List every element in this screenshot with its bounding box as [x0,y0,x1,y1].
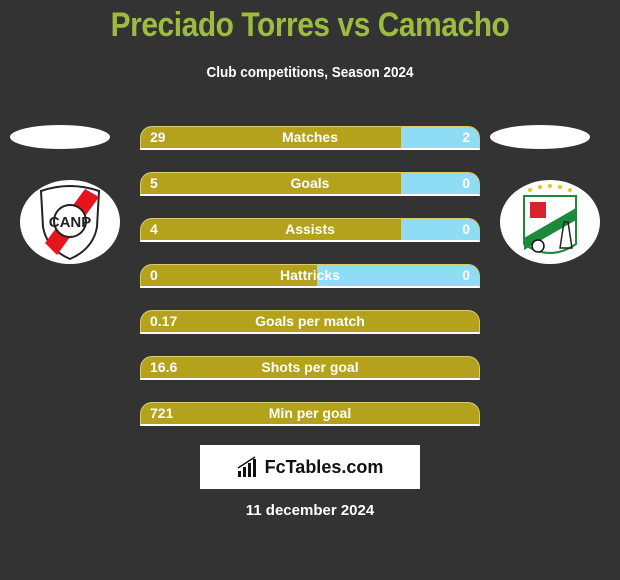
stat-row-min-per-goal: 721 Min per goal [140,402,480,426]
stat-label: Min per goal [268,405,352,421]
stat-row-shots-per-goal: 16.6 Shots per goal [140,356,480,380]
stat-label: Goals per match [255,313,365,329]
page-subtitle: Club competitions, Season 2024 [206,64,414,81]
stat-row-goals: 5 Goals 0 [140,172,480,196]
stat-row-hattricks: 0 Hattricks 0 [140,264,480,288]
stat-label: Matches [281,129,339,145]
left-team-logo[interactable]: CANP [20,180,120,264]
right-team-logo[interactable] [500,180,600,264]
stat-label: Assists [285,221,335,237]
brand-name: FcTables.com [264,456,384,477]
stat-label: Shots per goal [261,359,359,375]
stat-row-goals-per-match: 0.17 Goals per match [140,310,480,334]
bar-chart-icon [237,456,256,477]
right-value: 2 [462,129,470,145]
page-title: Preciado Torres vs Camacho [110,6,510,44]
stat-row-matches: 29 Matches 2 [140,126,480,150]
nacional-potosi-crest-icon: CANP [39,185,101,261]
svg-text:CANP: CANP [49,214,92,231]
fctables-brand-button[interactable]: FcTables.com [200,445,420,489]
left-team-name-placeholder [10,125,110,149]
right-team-name-placeholder [490,125,590,149]
date-label: 11 december 2024 [245,502,375,519]
right-value: 0 [462,175,470,191]
right-value: 0 [462,221,470,237]
stat-label: Goals [290,175,330,191]
right-value: 0 [462,267,470,283]
oriente-petrolero-crest-icon [523,184,577,254]
stat-row-assists: 4 Assists 0 [140,218,480,242]
stat-label: Hattricks [280,267,340,283]
